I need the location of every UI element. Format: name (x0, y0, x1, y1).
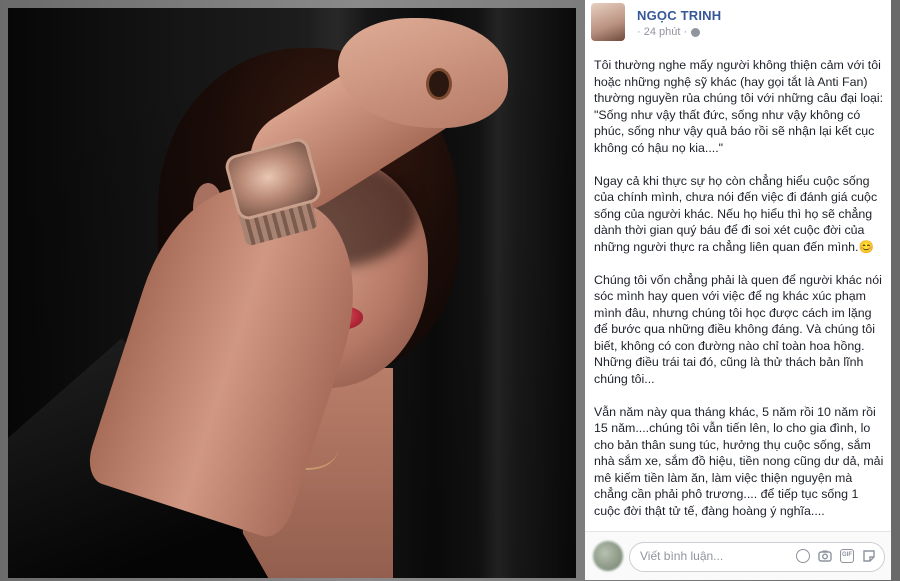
post-header: NGỌC TRINH · 24 phút · (585, 0, 891, 44)
post-text: Tôi thường nghe mấy người không thiện cả… (594, 58, 884, 518)
post-meta: · 24 phút · (637, 26, 701, 38)
comment-bar: Viết bình luận... GIF (585, 531, 891, 580)
author-avatar[interactable] (591, 3, 625, 41)
commenter-avatar (593, 541, 623, 571)
post-card: NGỌC TRINH · 24 phút · Tôi thường nghe m… (585, 0, 891, 580)
emoji-icon[interactable] (796, 549, 810, 563)
photo-ring (426, 68, 452, 100)
post-photo[interactable] (8, 8, 576, 578)
camera-icon[interactable] (818, 549, 832, 563)
comment-input[interactable]: Viết bình luận... GIF (629, 542, 885, 572)
comment-icons: GIF (796, 549, 876, 563)
globe-icon (691, 27, 701, 37)
sticker-icon[interactable] (862, 549, 876, 563)
post-time[interactable]: · 24 phút · (637, 26, 687, 38)
author-name[interactable]: NGỌC TRINH (637, 8, 721, 23)
comment-placeholder: Viết bình luận... (640, 549, 724, 563)
gif-icon[interactable]: GIF (840, 549, 854, 563)
